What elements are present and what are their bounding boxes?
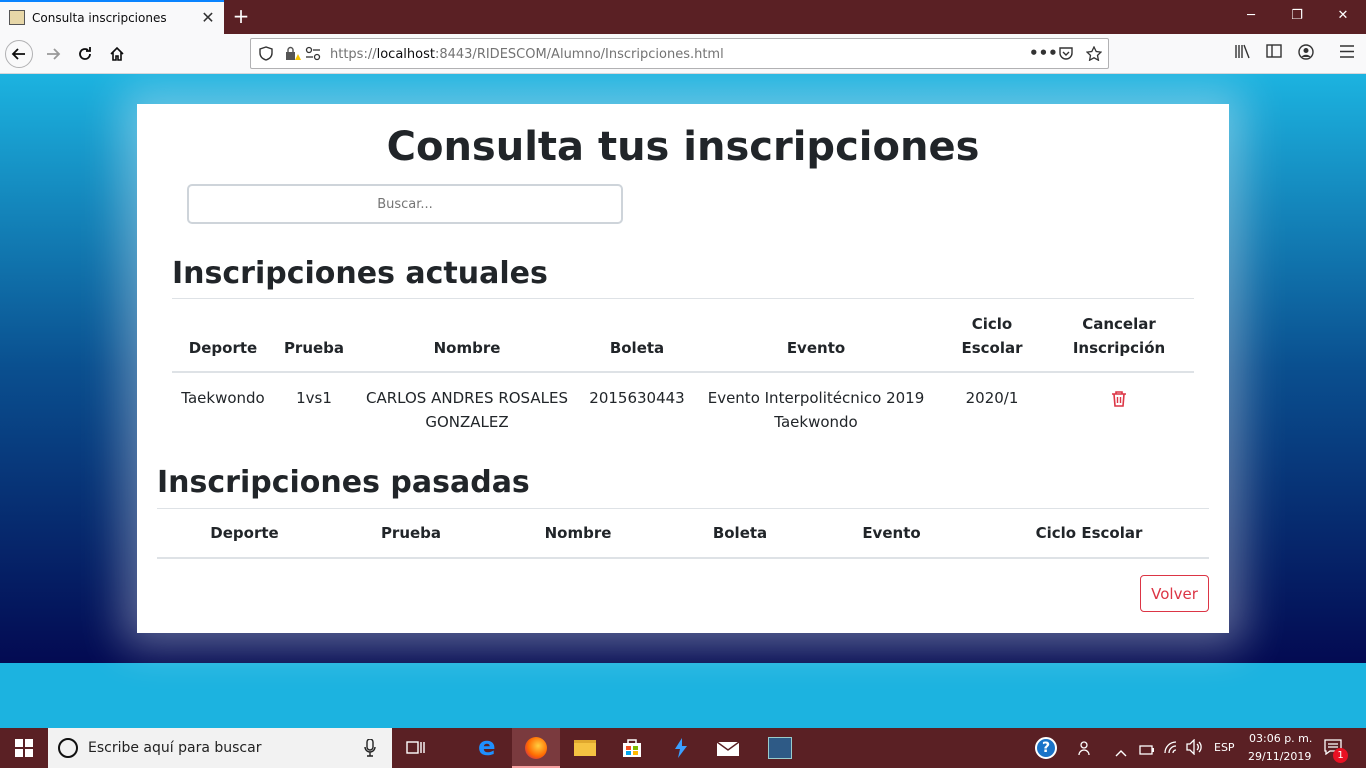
windows-start-button[interactable] (0, 728, 48, 768)
nav-bar: https://localhost:8443/RIDESCOM/Alumno/I… (0, 34, 1366, 74)
col-header-deporte: Deporte (210, 524, 279, 542)
col-header-evento: Evento (862, 524, 921, 542)
home-icon[interactable] (103, 40, 131, 68)
reload-icon[interactable] (71, 40, 99, 68)
mail-icon[interactable] (704, 728, 752, 768)
tab-bar: Consulta inscripciones ✕ + ─ ❐ ✕ (0, 0, 1366, 34)
battery-icon[interactable] (1139, 741, 1155, 760)
shield-icon[interactable] (259, 46, 273, 65)
clock-time[interactable]: 03:06 p. m. (1249, 732, 1312, 745)
store-icon[interactable] (608, 728, 656, 768)
cell-prueba: 1vs1 (296, 389, 332, 407)
more-icon[interactable]: ••• (1029, 44, 1058, 62)
trash-icon[interactable] (1111, 390, 1127, 408)
tab-title: Consulta inscripciones (32, 11, 167, 25)
sidebar-icon[interactable] (1266, 44, 1282, 63)
table-header-divider (157, 557, 1209, 559)
chevron-up-icon[interactable] (1115, 742, 1127, 761)
minimize-button[interactable]: ─ (1228, 0, 1274, 32)
cortana-circle-icon (58, 738, 78, 758)
notification-badge: 1 (1333, 748, 1348, 763)
cell-deporte: Taekwondo (181, 389, 265, 407)
url-bar[interactable]: https://localhost:8443/RIDESCOM/Alumno/I… (250, 38, 1109, 69)
cell-boleta: 2015630443 (589, 389, 685, 407)
new-tab-button[interactable]: + (230, 4, 252, 28)
taskbar-search-box[interactable]: Escribe aquí para buscar (48, 728, 392, 768)
back-button[interactable]: Volver (1140, 575, 1209, 612)
tab-active[interactable]: Consulta inscripciones ✕ (0, 0, 224, 34)
cell-ciclo: 2020/1 (965, 389, 1019, 407)
divider (172, 298, 1194, 299)
visual-studio-code-icon[interactable] (656, 728, 704, 768)
menu-icon[interactable] (1340, 44, 1354, 62)
content-card: Consulta tus inscripciones Inscripciones… (137, 104, 1229, 633)
col-header-ciclo: Ciclo Escolar (1035, 524, 1143, 542)
microphone-icon[interactable] (364, 738, 376, 761)
tab-close-icon[interactable]: ✕ (198, 8, 218, 27)
firefox-icon[interactable] (512, 728, 560, 768)
task-view-icon[interactable] (392, 728, 440, 768)
back-icon[interactable] (5, 40, 33, 68)
current-section-title: Inscripciones actuales (172, 256, 548, 291)
mysql-workbench-icon[interactable] (752, 728, 800, 768)
volume-icon[interactable] (1186, 738, 1204, 759)
search-input[interactable] (187, 184, 623, 224)
restore-button[interactable]: ❐ (1274, 0, 1320, 32)
taskbar: Escribe aquí para buscar e ? ESP 03:06 p… (0, 728, 1366, 768)
bookmark-star-icon[interactable] (1085, 45, 1103, 65)
page-viewport: Consulta tus inscripciones Inscripciones… (0, 74, 1366, 728)
pocket-icon[interactable] (1058, 46, 1074, 65)
file-explorer-icon[interactable] (560, 728, 608, 768)
close-window-button[interactable]: ✕ (1320, 0, 1366, 32)
taskbar-search-placeholder: Escribe aquí para buscar (88, 740, 262, 756)
col-header-boleta: Boleta (712, 524, 768, 542)
lock-warning-icon[interactable] (285, 46, 301, 65)
col-header-prueba: Prueba (380, 524, 442, 542)
divider (157, 508, 1209, 509)
cell-nombre: CARLOS ANDRES ROSALES GONZALEZ (366, 389, 568, 431)
col-header-nombre: Nombre (433, 339, 501, 357)
col-header-deporte: Deporte (188, 339, 258, 357)
col-header-cancelar: Cancelar Inscripción (1072, 315, 1166, 357)
page-title: Consulta tus inscripciones (386, 124, 980, 170)
clock-date[interactable]: 29/11/2019 (1248, 750, 1311, 763)
wifi-icon[interactable] (1163, 739, 1179, 758)
col-header-boleta: Boleta (609, 339, 665, 357)
favicon-icon (9, 10, 25, 25)
account-icon[interactable] (1298, 44, 1314, 64)
forward-icon[interactable] (39, 40, 67, 68)
col-header-evento: Evento (786, 339, 846, 357)
table-header-divider (172, 371, 1194, 373)
col-header-prueba: Prueba (283, 339, 345, 357)
col-header-ciclo: Ciclo Escolar (961, 315, 1023, 357)
url-text[interactable]: https://localhost:8443/RIDESCOM/Alumno/I… (330, 47, 724, 62)
past-section-title: Inscripciones pasadas (157, 465, 530, 500)
cell-evento: Evento Interpolitécnico 2019 Taekwondo (707, 389, 925, 431)
library-icon[interactable] (1234, 44, 1251, 63)
edge-icon[interactable]: e (464, 728, 512, 768)
permissions-icon[interactable] (305, 46, 321, 65)
language-indicator[interactable]: ESP (1214, 741, 1235, 754)
help-icon[interactable]: ? (1035, 737, 1057, 759)
col-header-nombre: Nombre (544, 524, 612, 542)
people-icon[interactable] (1078, 740, 1094, 760)
